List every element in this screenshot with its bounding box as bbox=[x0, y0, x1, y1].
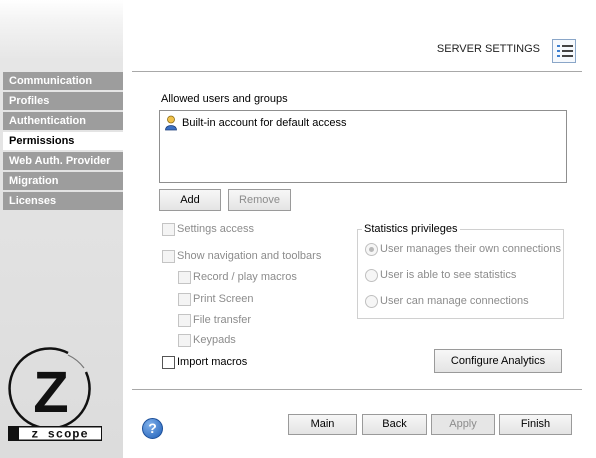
sidebar-item-migration[interactable]: Migration bbox=[3, 172, 123, 190]
statistics-privileges-title: Statistics privileges bbox=[362, 223, 460, 235]
remove-button[interactable]: Remove bbox=[228, 189, 291, 211]
footer-divider bbox=[132, 389, 582, 390]
main-button[interactable]: Main bbox=[288, 414, 357, 435]
add-button[interactable]: Add bbox=[159, 189, 221, 211]
keypads-checkbox[interactable] bbox=[178, 334, 191, 347]
logo-letter: Z bbox=[33, 360, 68, 425]
import-macros-checkbox[interactable] bbox=[162, 356, 175, 369]
list-item[interactable]: Built-in account for default access bbox=[164, 115, 346, 131]
user-icon bbox=[165, 115, 177, 131]
allowed-users-label: Allowed users and groups bbox=[161, 93, 288, 105]
keypads-label: Keypads bbox=[193, 334, 236, 346]
stats-manage-label: User can manage connections bbox=[380, 295, 529, 307]
stats-manage-radio[interactable] bbox=[365, 295, 378, 308]
record-macros-label: Record / play macros bbox=[193, 271, 297, 283]
help-icon[interactable]: ? bbox=[142, 418, 163, 439]
record-macros-checkbox[interactable] bbox=[178, 271, 191, 284]
sidebar-item-licenses[interactable]: Licenses bbox=[3, 192, 123, 210]
allowed-users-list[interactable]: Built-in account for default access bbox=[159, 110, 567, 183]
configure-analytics-button[interactable]: Configure Analytics bbox=[434, 349, 562, 373]
print-screen-label: Print Screen bbox=[193, 293, 254, 305]
print-screen-checkbox[interactable] bbox=[178, 293, 191, 306]
finish-button[interactable]: Finish bbox=[499, 414, 572, 435]
stats-own-label: User manages their own connections bbox=[380, 243, 561, 255]
stats-see-radio[interactable] bbox=[365, 269, 378, 282]
show-navigation-checkbox[interactable] bbox=[162, 250, 175, 263]
sidebar: Communication Profiles Authentication Pe… bbox=[0, 0, 123, 458]
import-macros-label: Import macros bbox=[177, 356, 248, 368]
list-item-label: Built-in account for default access bbox=[182, 117, 347, 129]
show-navigation-label: Show navigation and toolbars bbox=[177, 250, 322, 262]
zscope-logo: Z z scope bbox=[8, 347, 102, 442]
settings-access-label: Settings access bbox=[177, 223, 255, 235]
stats-see-label: User is able to see statistics bbox=[380, 269, 517, 281]
file-transfer-label: File transfer bbox=[193, 314, 252, 326]
sidebar-item-permissions[interactable]: Permissions bbox=[3, 132, 123, 150]
list-settings-icon bbox=[552, 39, 576, 63]
page-title: SERVER SETTINGS bbox=[436, 43, 540, 55]
header-divider bbox=[132, 71, 582, 72]
sidebar-item-web-auth-provider[interactable]: Web Auth. Provider bbox=[3, 152, 123, 170]
apply-button[interactable]: Apply bbox=[431, 414, 495, 435]
logo-brand: z scope bbox=[31, 428, 88, 442]
file-transfer-checkbox[interactable] bbox=[178, 314, 191, 327]
sidebar-item-communication[interactable]: Communication bbox=[3, 72, 123, 90]
sidebar-item-authentication[interactable]: Authentication bbox=[3, 112, 123, 130]
sidebar-item-profiles[interactable]: Profiles bbox=[3, 92, 123, 110]
stats-own-radio[interactable] bbox=[365, 243, 378, 256]
back-button[interactable]: Back bbox=[362, 414, 427, 435]
settings-access-checkbox[interactable] bbox=[162, 223, 175, 236]
